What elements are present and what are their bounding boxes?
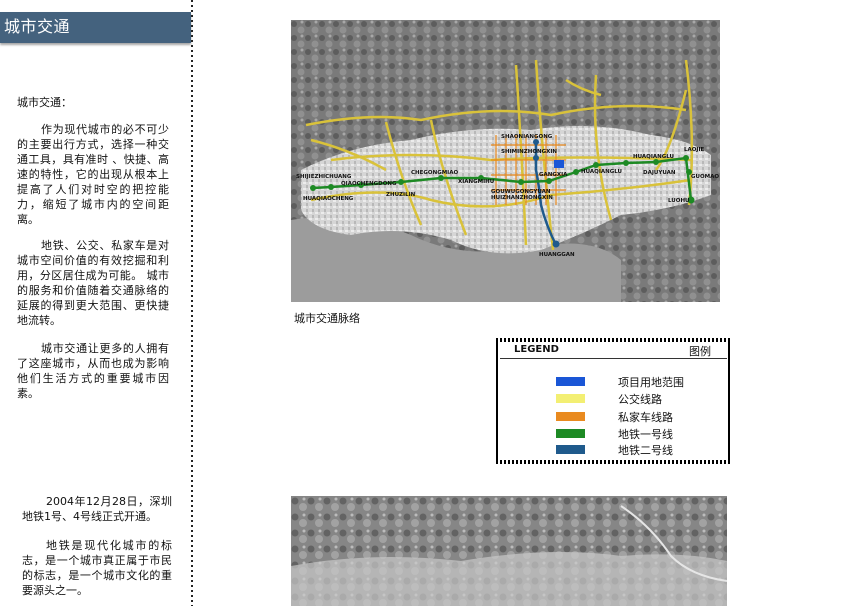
legend-swatch — [556, 394, 585, 403]
legend-title-en: LEGEND — [514, 344, 559, 355]
sidebar-paragraph: 作为现代城市的必不可少的主要出行方式，选择一种交通工具，具有准时 、快捷、高速的… — [17, 123, 169, 226]
station-label: CHEGONGMIAO — [411, 170, 458, 176]
legend-item: 公交线路 — [500, 390, 727, 407]
legend-label: 公交线路 — [618, 393, 662, 406]
map-graphic: SHAONIANGONG SHIMINZHONGXIN HUAQIANGLU L… — [291, 20, 720, 302]
sidebar-heading: 城市交通： — [17, 96, 72, 109]
sidebar-note: 地铁是现代化城市的标志，是一个城市真正属于市民的标志，是一个城市文化的重要源头之… — [22, 538, 172, 598]
legend-title-zh: 图例 — [689, 345, 711, 358]
legend-label: 地铁二号线 — [618, 444, 673, 457]
satellite-graphic — [291, 496, 727, 606]
station-label: ZHUZILIN — [386, 192, 416, 198]
dotted-divider — [191, 0, 193, 606]
sidebar-body: 城市交通让更多的人拥有了这座城市，从而也成为影响他们生活方式的重要城市因素。 — [17, 341, 169, 401]
station-label: GANGXIA — [539, 172, 568, 178]
section-title: 城市交通 — [4, 17, 71, 36]
legend-swatch — [556, 377, 585, 386]
legend-item: 地铁一号线 — [500, 425, 727, 442]
station-label: SHIJIEZHICHUANG — [296, 174, 352, 180]
station-label: HUAQIANGLU — [581, 169, 622, 175]
legend-swatch — [556, 412, 585, 421]
legend-item: 私家车线路 — [500, 408, 727, 425]
sidebar-paragraph: 城市交通让更多的人拥有了这座城市，从而也成为影响他们生活方式的重要城市因素。 — [17, 342, 169, 400]
legend-label: 私家车线路 — [618, 411, 673, 424]
sidebar-note: 2004年12月28日，深圳地铁1号、4号线正式开通。 — [22, 494, 172, 524]
legend-label: 项目用地范围 — [618, 376, 684, 389]
station-label: SHAONIANGONG — [501, 134, 553, 140]
station-label: SHIMINZHONGXIN — [501, 149, 557, 155]
station-label: XIANGMIHU — [458, 179, 494, 185]
map-legend: LEGEND 图例 项目用地范围 公交线路 私家车线路 地铁一号线 地铁二号线 — [496, 338, 731, 464]
legend-header: LEGEND 图例 — [500, 342, 727, 359]
legend-swatch — [556, 429, 585, 438]
legend-label: 地铁一号线 — [618, 428, 673, 441]
section-header: 城市交通 — [0, 12, 191, 43]
satellite-image — [291, 496, 727, 606]
station-label: HUANGGAN — [539, 252, 575, 258]
station-label: LAOJIE — [684, 147, 705, 153]
sidebar-paragraph: 2004年12月28日，深圳地铁1号、4号线正式开通。 — [22, 495, 172, 523]
station-label: HUAQIAOCHENG — [303, 196, 354, 202]
sidebar-intro: 作为现代城市的必不可少的主要出行方式，选择一种交通工具，具有准时 、快捷、高速的… — [17, 122, 169, 227]
sidebar-paragraph: 地铁是现代化城市的标志，是一个城市真正属于市民的标志，是一个城市文化的重要源头之… — [22, 539, 172, 597]
sidebar-body: 地铁、公交、私家车是对城市空间价值的有效挖掘和利用，分区居住成为可能。 城市的服… — [17, 238, 169, 328]
legend-item: 项目用地范围 — [500, 373, 727, 390]
station-label: LUOHU — [668, 198, 690, 204]
map-caption: 城市交通脉络 — [294, 312, 360, 325]
legend-item: 地铁二号线 — [500, 441, 727, 458]
station-label: HUIZHANZHONGXIN — [491, 195, 553, 201]
city-traffic-map: SHAONIANGONG SHIMINZHONGXIN HUAQIANGLU L… — [291, 20, 720, 302]
station-label: HUAQIANGLU — [633, 154, 674, 160]
station-label: QIAOCHENGDONG — [341, 181, 397, 187]
station-label: DAJUYUAN — [643, 170, 676, 176]
sidebar-paragraph: 地铁、公交、私家车是对城市空间价值的有效挖掘和利用，分区居住成为可能。 城市的服… — [17, 239, 169, 327]
station-label: GUOMAO — [691, 174, 719, 180]
legend-swatch — [556, 445, 585, 454]
